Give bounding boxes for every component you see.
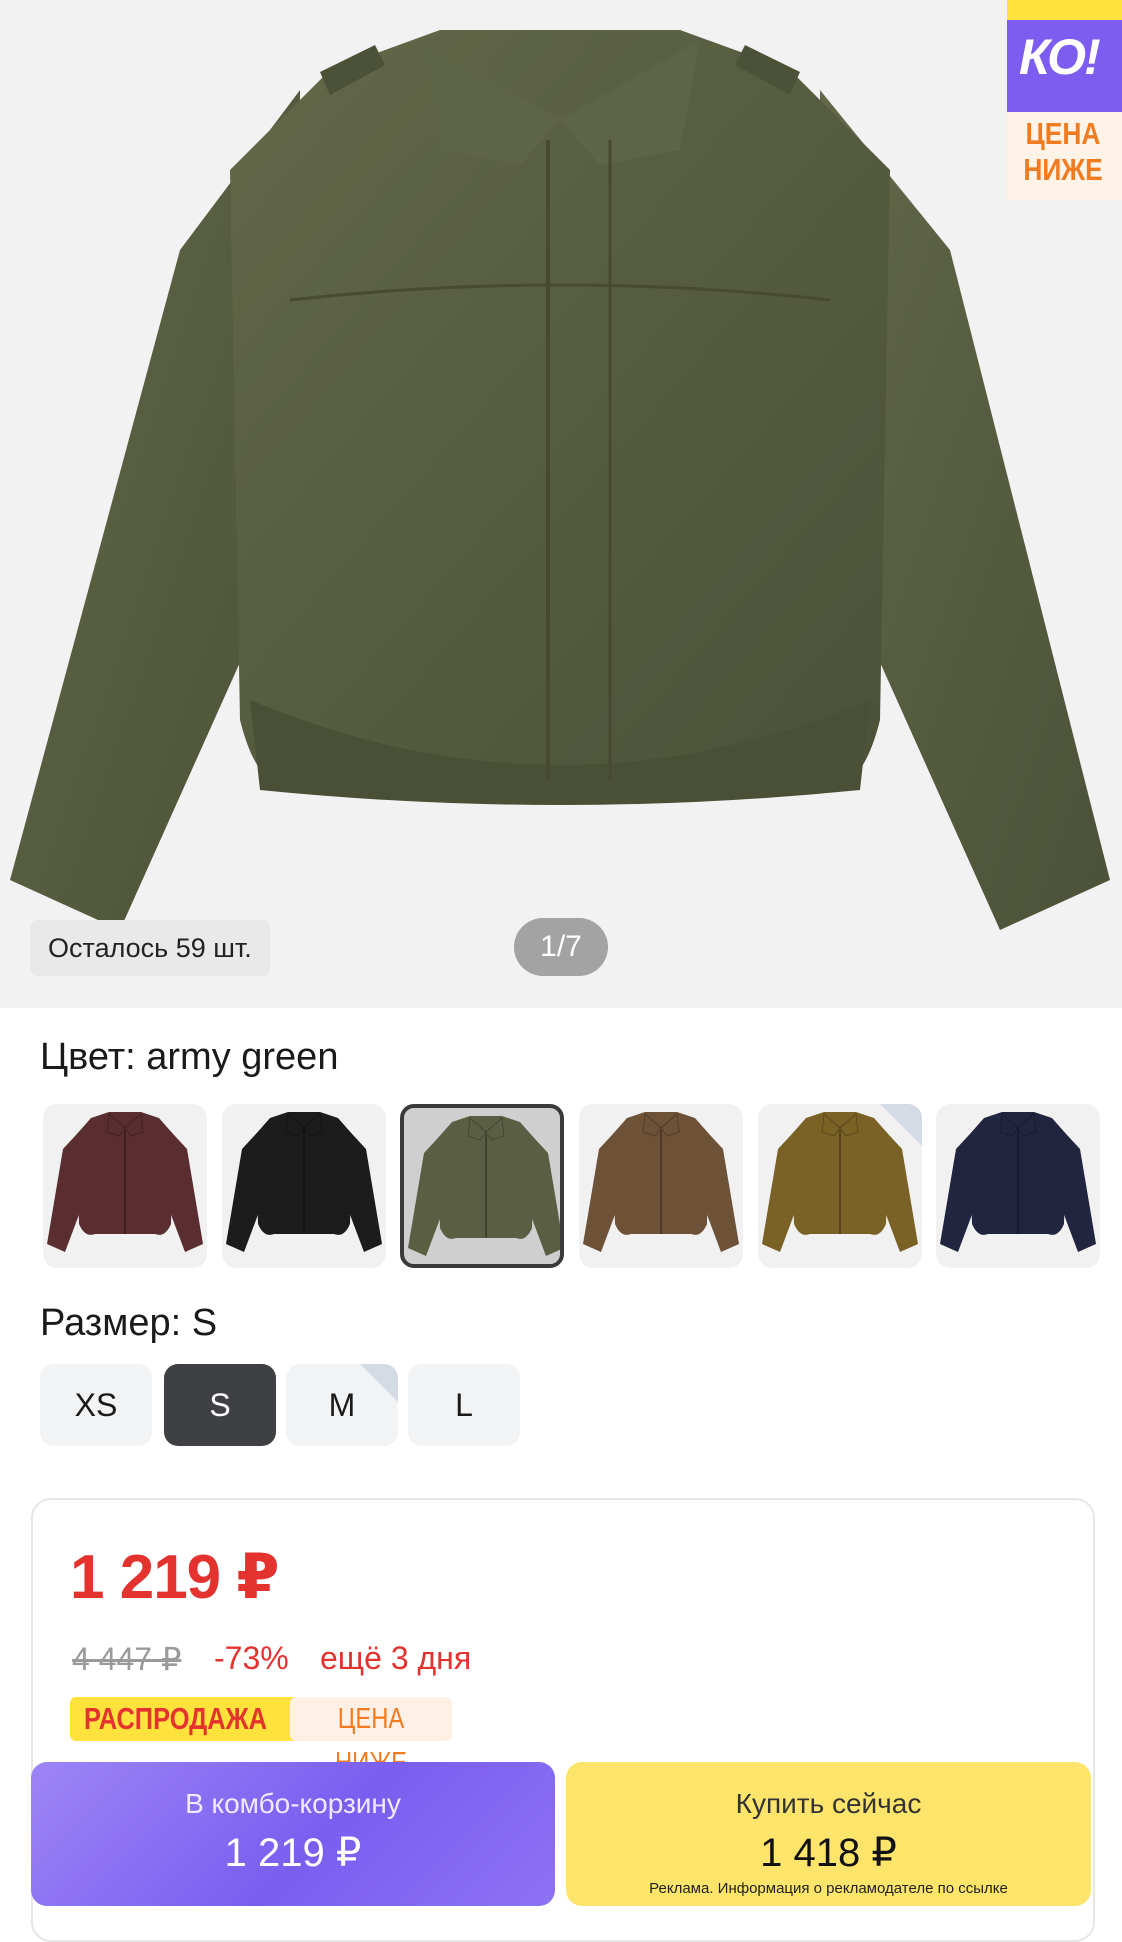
swatch-jacket-image (583, 1112, 739, 1252)
add-to-combo-cart-button[interactable]: В комбо-корзину 1 219 ₽ (31, 1762, 555, 1906)
days-left: ещё 3 дня (320, 1640, 472, 1676)
color-label: Цвет: army green (40, 1036, 339, 1078)
old-price: 4 447 ₽ (72, 1641, 182, 1677)
stock-remaining: Осталось 59 шт. (30, 920, 270, 976)
size-option-s[interactable]: S (164, 1364, 276, 1446)
sale-tag: РАСПРОДАЖА (70, 1697, 322, 1741)
ad-disclosure: Реклама. Информация о рекламодателе по с… (649, 1880, 1008, 1897)
badge-line-1: ЦЕНА (1025, 116, 1101, 151)
size-label: Размер: S (40, 1302, 218, 1344)
swatch-jacket-image (940, 1112, 1096, 1252)
price-lower-badge: КО! ЦЕНА НИЖЕ (1007, 0, 1122, 200)
size-option-xs[interactable]: XS (40, 1364, 152, 1446)
ko-logo: КО! (1019, 29, 1101, 85)
size-option-l[interactable]: L (408, 1364, 520, 1446)
color-swatch-army-green[interactable] (400, 1104, 564, 1268)
color-swatch-olive[interactable] (758, 1104, 922, 1268)
sale-tag-text: РАСПРОДАЖА (84, 1701, 267, 1736)
size-option-m-label: M (328, 1387, 356, 1423)
price-lower-tag: ЦЕНА НИЖЕ (290, 1697, 452, 1779)
product-gallery[interactable]: КО! ЦЕНА НИЖЕ Осталось 59 шт. 1/7 (0, 0, 1122, 1008)
buy-button-price: 1 418 ₽ (760, 1831, 897, 1875)
color-swatch-black[interactable] (222, 1104, 386, 1268)
swatch-jacket-image (408, 1116, 560, 1256)
buy-now-button[interactable]: Купить сейчас 1 418 ₽ Реклама. Информаци… (566, 1762, 1091, 1906)
swatch-jacket-image (47, 1112, 203, 1252)
current-price: 1 219 ₽ (70, 1543, 280, 1612)
buy-button-label: Купить сейчас (735, 1788, 922, 1819)
color-swatch-navy[interactable] (936, 1104, 1100, 1268)
color-swatch-brown[interactable] (579, 1104, 743, 1268)
badge-line-2: НИЖЕ (1023, 152, 1103, 187)
combo-button-price: 1 219 ₽ (224, 1831, 362, 1875)
swatch-jacket-image (226, 1112, 382, 1252)
size-option-m[interactable]: M (286, 1364, 398, 1446)
jacket-image (10, 30, 1110, 930)
image-counter: 1/7 (514, 918, 608, 976)
discount-percent: -73% (214, 1640, 289, 1676)
color-swatch-wine[interactable] (43, 1104, 207, 1268)
combo-button-label: В комбо-корзину (185, 1788, 401, 1819)
